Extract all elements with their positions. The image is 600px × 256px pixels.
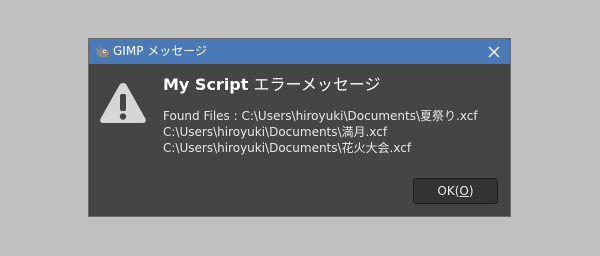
- close-button[interactable]: [484, 42, 504, 62]
- close-icon: [488, 46, 500, 58]
- message-heading: My Script エラーメッセージ: [163, 75, 381, 95]
- message-body: Found Files : C:\Users\hiroyuki\Document…: [163, 108, 478, 156]
- ok-button[interactable]: OK(O): [413, 178, 498, 204]
- message-line: Found Files : C:\Users\hiroyuki\Document…: [163, 109, 478, 123]
- warning-icon: [100, 83, 146, 123]
- message-line: C:\Users\hiroyuki\Documents\花火大会.xcf: [163, 141, 412, 155]
- ok-mnemonic: O: [459, 184, 469, 198]
- gimp-wilber-icon: [94, 44, 110, 59]
- gimp-message-dialog: GIMP メッセージ My Script エラーメッセージ Found File…: [89, 39, 510, 216]
- ok-label-suffix: ): [468, 184, 474, 198]
- ok-label-prefix: OK(: [437, 184, 460, 198]
- heading-script-name: My Script: [163, 75, 249, 94]
- window-title: GIMP メッセージ: [113, 44, 208, 58]
- title-bar[interactable]: GIMP メッセージ: [89, 39, 510, 64]
- message-line: C:\Users\hiroyuki\Documents\満月.xcf: [163, 125, 388, 139]
- heading-error-label: エラーメッセージ: [248, 75, 381, 94]
